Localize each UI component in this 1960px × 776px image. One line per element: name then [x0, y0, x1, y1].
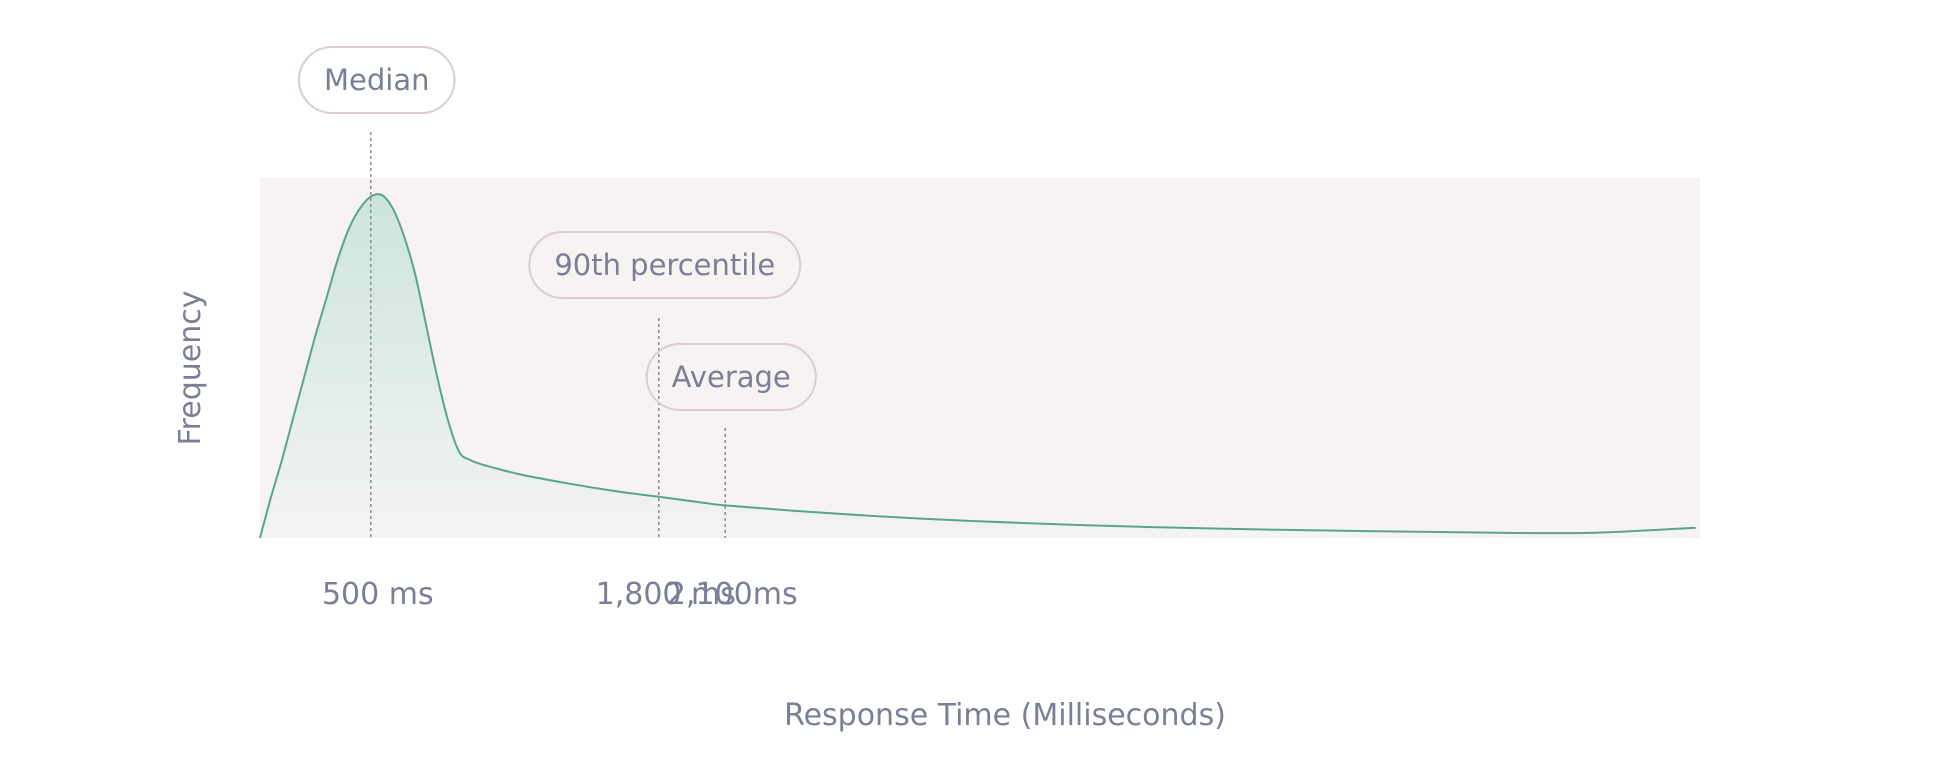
- average-callout-label: Average: [672, 360, 791, 394]
- y-axis-label: Frequency: [173, 291, 208, 446]
- 90th-percentile-callout-label: 90th percentile: [554, 248, 775, 282]
- chart-root: Median 90th percentile Average 500 ms 1,800…: [0, 0, 1960, 776]
- median-tick-label: 500 ms: [322, 577, 434, 612]
- x-axis-label: Response Time (Milliseconds): [784, 698, 1226, 733]
- response-time-chart: Median90th percentileAverage 500 ms 1,800…: [173, 46, 1700, 733]
- average-tick-label: 2,100ms: [667, 577, 798, 612]
- median-callout: Median: [298, 46, 456, 114]
- median-callout-label: Median: [324, 63, 429, 97]
